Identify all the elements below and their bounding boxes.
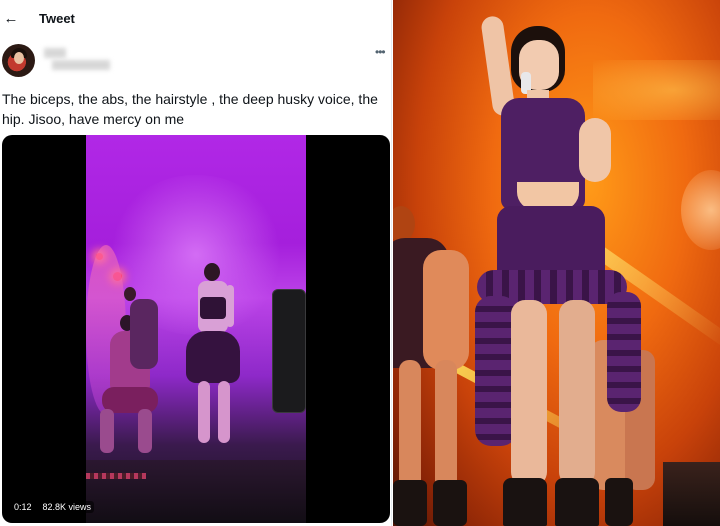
header-title: Tweet [39,11,75,26]
concert-photo [393,0,720,526]
backup-dancer-leg [435,360,457,490]
performer-skirt [497,206,605,278]
tweet-text: The biceps, the abs, the hairstyle , the… [2,91,378,127]
performer-leg [559,300,595,486]
tweet-panel: ← Tweet ••• The biceps, the abs, the hai… [0,0,392,526]
video-view-count: 82.8K views [39,501,95,513]
audience-phone [272,289,306,413]
backup-dancer-boot [605,478,633,526]
dancer-body [130,299,158,369]
stage-equipment [663,462,720,526]
performer-boot [555,478,599,526]
dancer-leg [138,409,152,453]
backup-dancer-boot [393,480,427,526]
backup-dancer-head [393,206,415,242]
stage-floor [86,460,306,523]
more-horizontal-icon[interactable]: ••• [375,45,389,59]
username-redacted[interactable] [44,46,110,74]
backup-dancer-leg [399,360,421,490]
performer-leg [218,381,230,443]
performer-arm [579,118,611,182]
video-meta: 0:12 82.8K views [11,501,95,513]
video-player[interactable]: 0:12 82.8K views [2,135,390,523]
backup-dancer-boot [433,480,467,526]
redaction-block [52,60,110,70]
performer-top [200,297,226,319]
backup-dancer-arm [423,250,469,370]
dancer-head [124,287,136,301]
stage-rail [86,473,146,479]
performer-skirt [186,331,240,383]
performer-arm [226,285,234,327]
redaction-block [44,48,66,58]
performer-skirt-ruffle [607,292,641,412]
tweet-header: ← Tweet [0,0,391,38]
blurred-hair [681,170,720,250]
avatar[interactable] [2,44,35,77]
dancer-leg [100,409,114,453]
light-haze [593,60,720,120]
performer-leg [511,300,547,486]
performer-head [204,263,220,281]
avatar-face [14,52,24,64]
left-arrow-icon[interactable]: ← [3,10,19,27]
performer-leg [198,381,210,443]
video-elapsed: 0:12 [11,501,35,513]
performer-boot [503,478,547,526]
